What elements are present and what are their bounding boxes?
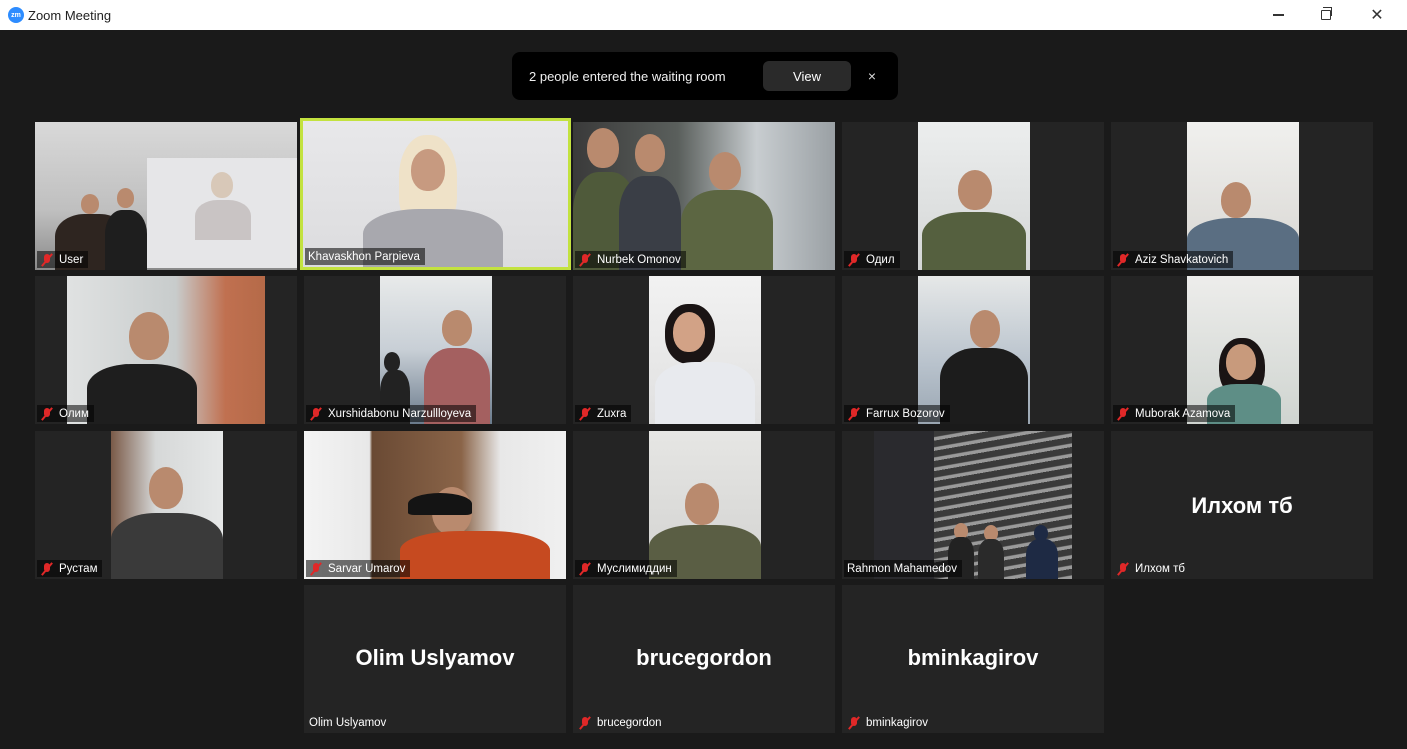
zoom-app-icon: zm [8,7,24,23]
video-tile[interactable]: Zuxra [573,276,835,424]
muted-mic-icon [309,407,323,421]
participant-display-name: Илхом тб [1191,493,1293,518]
video-feed [303,121,568,267]
minimize-icon [1272,14,1284,16]
view-waiting-room-button[interactable]: View [763,61,851,91]
video-feed [304,431,566,579]
video-tile[interactable]: Rahmon Mahamedov [842,431,1104,579]
video-feed [573,122,835,270]
video-feed [380,276,492,424]
video-tile[interactable]: Nurbek Omonov [573,122,835,270]
video-off-tile[interactable]: Илхом тб Илхом тб [1111,431,1373,579]
video-feed [918,276,1030,424]
participant-name-label: Илхом тб [1113,560,1190,577]
participant-display-name: brucegordon [636,645,772,670]
participant-name-label: Aziz Shavkatovich [1113,251,1234,268]
video-feed [35,122,297,270]
muted-mic-icon [40,407,54,421]
muted-mic-icon [578,562,592,576]
muted-mic-icon [578,716,592,730]
participant-name-label: Nurbek Omonov [575,251,686,268]
video-feed [874,431,1072,579]
participant-name-label: Рустам [37,560,103,577]
participant-display-name: bminkagirov [907,645,1039,670]
participant-name-label: Одил [844,251,900,268]
participant-name-label: Олим [37,405,94,422]
muted-mic-icon [40,253,54,267]
participant-name-label: Sarvar Umarov [306,560,411,577]
video-feed [1187,276,1299,424]
window-title: Zoom Meeting [28,8,112,23]
muted-mic-icon [847,253,861,267]
notification-text: 2 people entered the waiting room [529,69,726,84]
video-off-tile[interactable]: bminkagirov bminkagirov [842,585,1104,733]
muted-mic-icon [1116,407,1130,421]
muted-mic-icon [1116,253,1130,267]
video-tile[interactable]: Рустам [35,431,297,579]
close-icon: × [867,68,877,84]
participant-name-label: Olim Uslyamov [309,716,387,729]
close-icon: ✕ [1370,7,1384,24]
video-tile[interactable]: User [35,122,297,270]
participant-name-label: brucegordon [575,714,667,731]
video-tile[interactable]: Муслимиддин [573,431,835,579]
title-bar: zm Zoom Meeting ✕ [0,0,1407,30]
participant-name-label: Khavaskhon Parpieva [305,248,425,265]
participant-name-label: Zuxra [575,405,632,422]
participant-name-label: bminkagirov [844,714,933,731]
video-tile-active-speaker[interactable]: Khavaskhon Parpieva [300,118,571,270]
video-off-tile[interactable]: brucegordon brucegordon [573,585,835,733]
video-tile[interactable]: Олим [35,276,297,424]
minimize-button[interactable] [1258,4,1298,26]
video-tile[interactable]: Farrux Bozorov [842,276,1104,424]
participant-name-label: Xurshidabonu Narzullloyeva [306,405,477,422]
restore-icon [1321,7,1332,20]
muted-mic-icon [847,407,861,421]
restore-button[interactable] [1306,4,1346,26]
muted-mic-icon [578,407,592,421]
video-feed [1187,122,1299,270]
participant-name-label: Rahmon Mahamedov [844,560,962,577]
video-feed [111,431,223,579]
muted-mic-icon [1116,562,1130,576]
muted-mic-icon [578,253,592,267]
dismiss-notification-button[interactable]: × [862,66,882,86]
muted-mic-icon [309,562,323,576]
muted-mic-icon [847,716,861,730]
video-tile[interactable]: Xurshidabonu Narzullloyeva [304,276,566,424]
participant-name-label: Farrux Bozorov [844,405,950,422]
video-feed [649,431,761,579]
video-tile[interactable]: Aziz Shavkatovich [1111,122,1373,270]
video-tile[interactable]: Muborak Azamova [1111,276,1373,424]
video-off-tile[interactable]: Olim Uslyamov Olim Uslyamov [304,585,566,733]
muted-mic-icon [40,562,54,576]
video-feed [649,276,761,424]
participant-display-name: Olim Uslyamov [355,645,515,670]
close-window-button[interactable]: ✕ [1357,4,1397,26]
participant-name-label: Муслимиддин [575,560,677,577]
video-feed [918,122,1030,270]
video-tile[interactable]: Одил [842,122,1104,270]
participant-name-label: Muborak Azamova [1113,405,1236,422]
video-feed [67,276,265,424]
participant-name-label: User [37,251,89,268]
waiting-room-notification: 2 people entered the waiting room View × [512,52,898,100]
video-tile[interactable]: Sarvar Umarov [304,431,566,579]
